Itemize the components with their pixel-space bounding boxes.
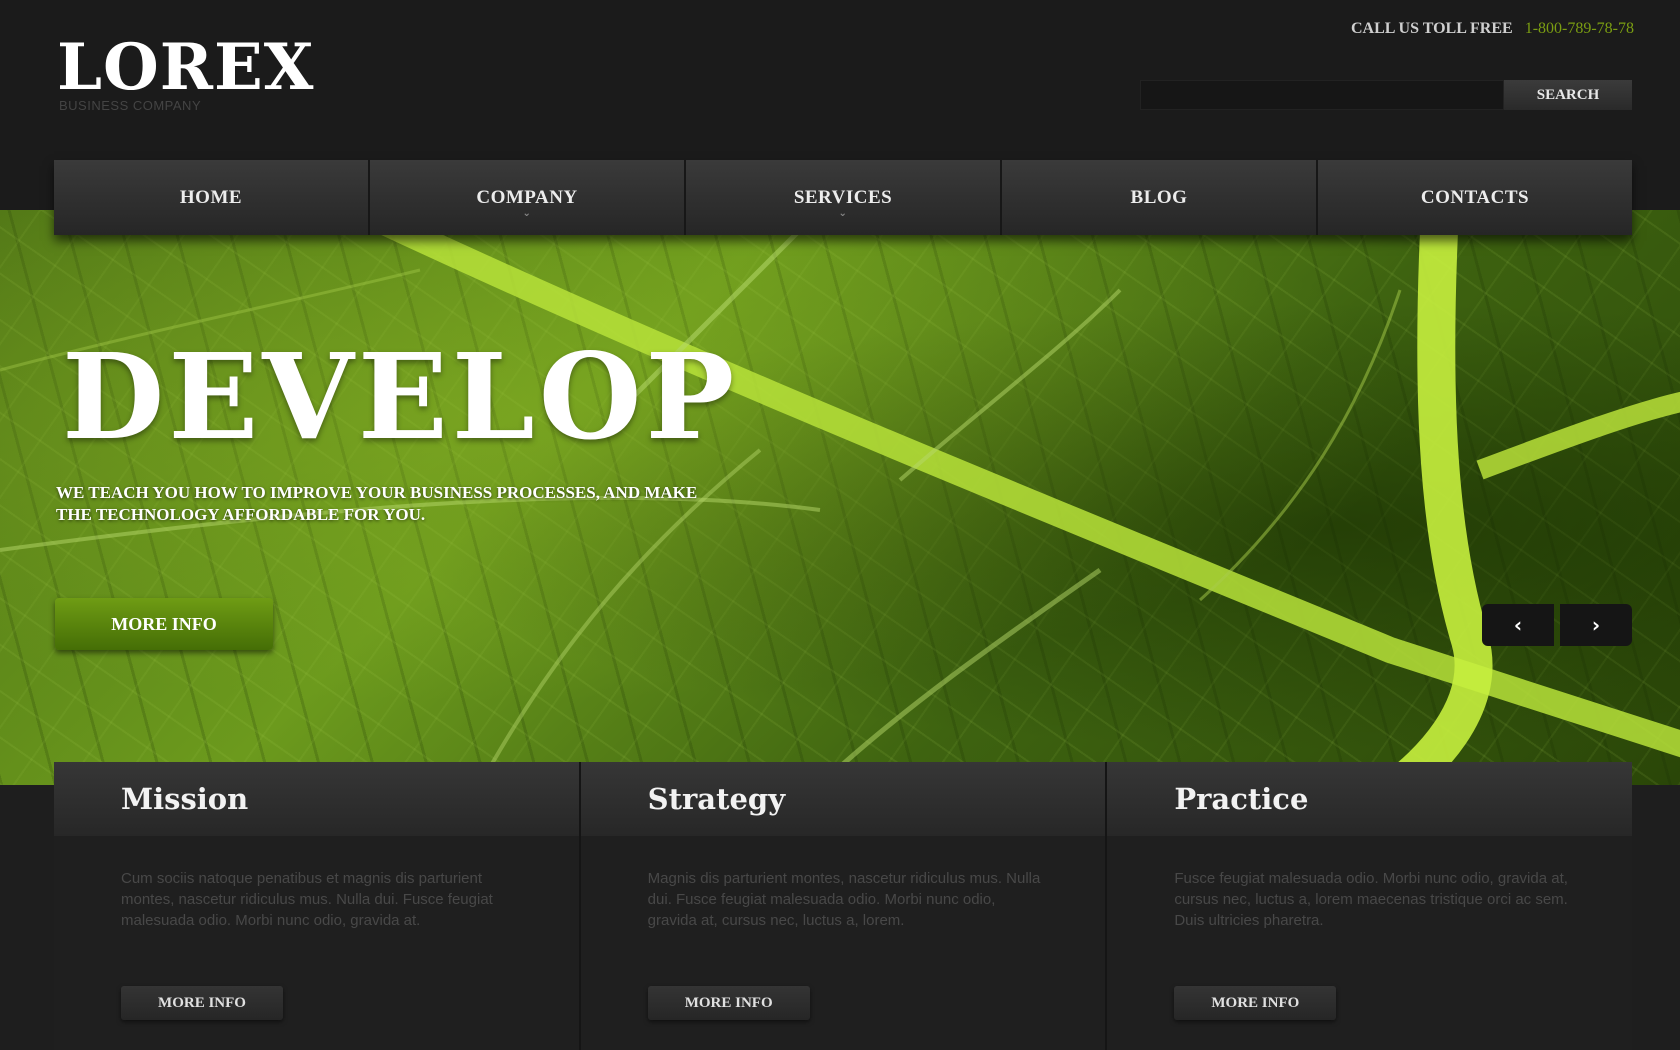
main-nav: HOME COMPANY ⌄ SERVICES ⌄ BLOG CONTACTS (54, 160, 1632, 235)
feature-columns: Mission Cum sociis natoque penatibus et … (54, 762, 1633, 1050)
call-label: CALL US TOLL FREE (1350, 20, 1513, 37)
nav-item-label: CONTACTS (1420, 186, 1530, 208)
logo[interactable]: LOREX (57, 36, 314, 100)
hero-title: DEVELOP (62, 327, 739, 466)
chevron-left-icon: ‹ (1513, 613, 1523, 637)
feature-column-practice: Practice Fusce feugiat malesuada odio. M… (1107, 762, 1633, 1050)
chevron-down-icon: ⌄ (522, 208, 532, 219)
nav-item-label: SERVICES (793, 186, 893, 208)
strategy-more-info-button[interactable]: MORE INFO (647, 986, 810, 1020)
column-title: Mission (54, 762, 579, 836)
phone-number[interactable]: 1-800-789-78-78 (1525, 20, 1634, 37)
nav-item-company[interactable]: COMPANY ⌄ (370, 160, 686, 235)
toll-free-info: CALL US TOLL FREE 1-800-789-78-78 (1351, 20, 1634, 38)
nav-item-services[interactable]: SERVICES ⌄ (686, 160, 1002, 235)
nav-item-contacts[interactable]: CONTACTS (1318, 160, 1632, 235)
column-text: Magnis dis parturient montes, nascetur r… (647, 870, 1041, 929)
slider-prev-button[interactable]: ‹ (1482, 604, 1554, 646)
column-title: Practice (1107, 762, 1633, 836)
practice-more-info-button[interactable]: MORE INFO (1174, 986, 1337, 1020)
chevron-right-icon: › (1591, 613, 1601, 637)
hero-description: WE TEACH YOU HOW TO IMPROVE YOUR BUSINES… (56, 483, 698, 524)
hero-more-info-button[interactable]: MORE INFO (55, 598, 273, 650)
feature-column-strategy: Strategy Magnis dis parturient montes, n… (580, 762, 1108, 1050)
chevron-down-icon: ⌄ (838, 208, 848, 219)
column-text: Fusce feugiat malesuada odio. Morbi nunc… (1174, 870, 1568, 929)
column-text: Cum sociis natoque penatibus et magnis d… (121, 870, 493, 929)
feature-column-mission: Mission Cum sociis natoque penatibus et … (54, 762, 581, 1050)
nav-item-blog[interactable]: BLOG (1002, 160, 1318, 235)
mission-more-info-button[interactable]: MORE INFO (121, 986, 283, 1020)
logo-tagline: BUSINESS COMPANY (59, 98, 202, 113)
search-input[interactable] (1140, 80, 1504, 110)
search-button[interactable]: SEARCH (1504, 80, 1632, 110)
nav-item-label: BLOG (1130, 186, 1188, 208)
nav-item-label: HOME (179, 186, 243, 208)
column-title: Strategy (580, 762, 1106, 836)
nav-item-label: COMPANY (476, 186, 578, 208)
slider-next-button[interactable]: › (1560, 604, 1632, 646)
nav-item-home[interactable]: HOME (54, 160, 370, 235)
hero-slider: DEVELOP WE TEACH YOU HOW TO IMPROVE YOUR… (0, 210, 1680, 785)
